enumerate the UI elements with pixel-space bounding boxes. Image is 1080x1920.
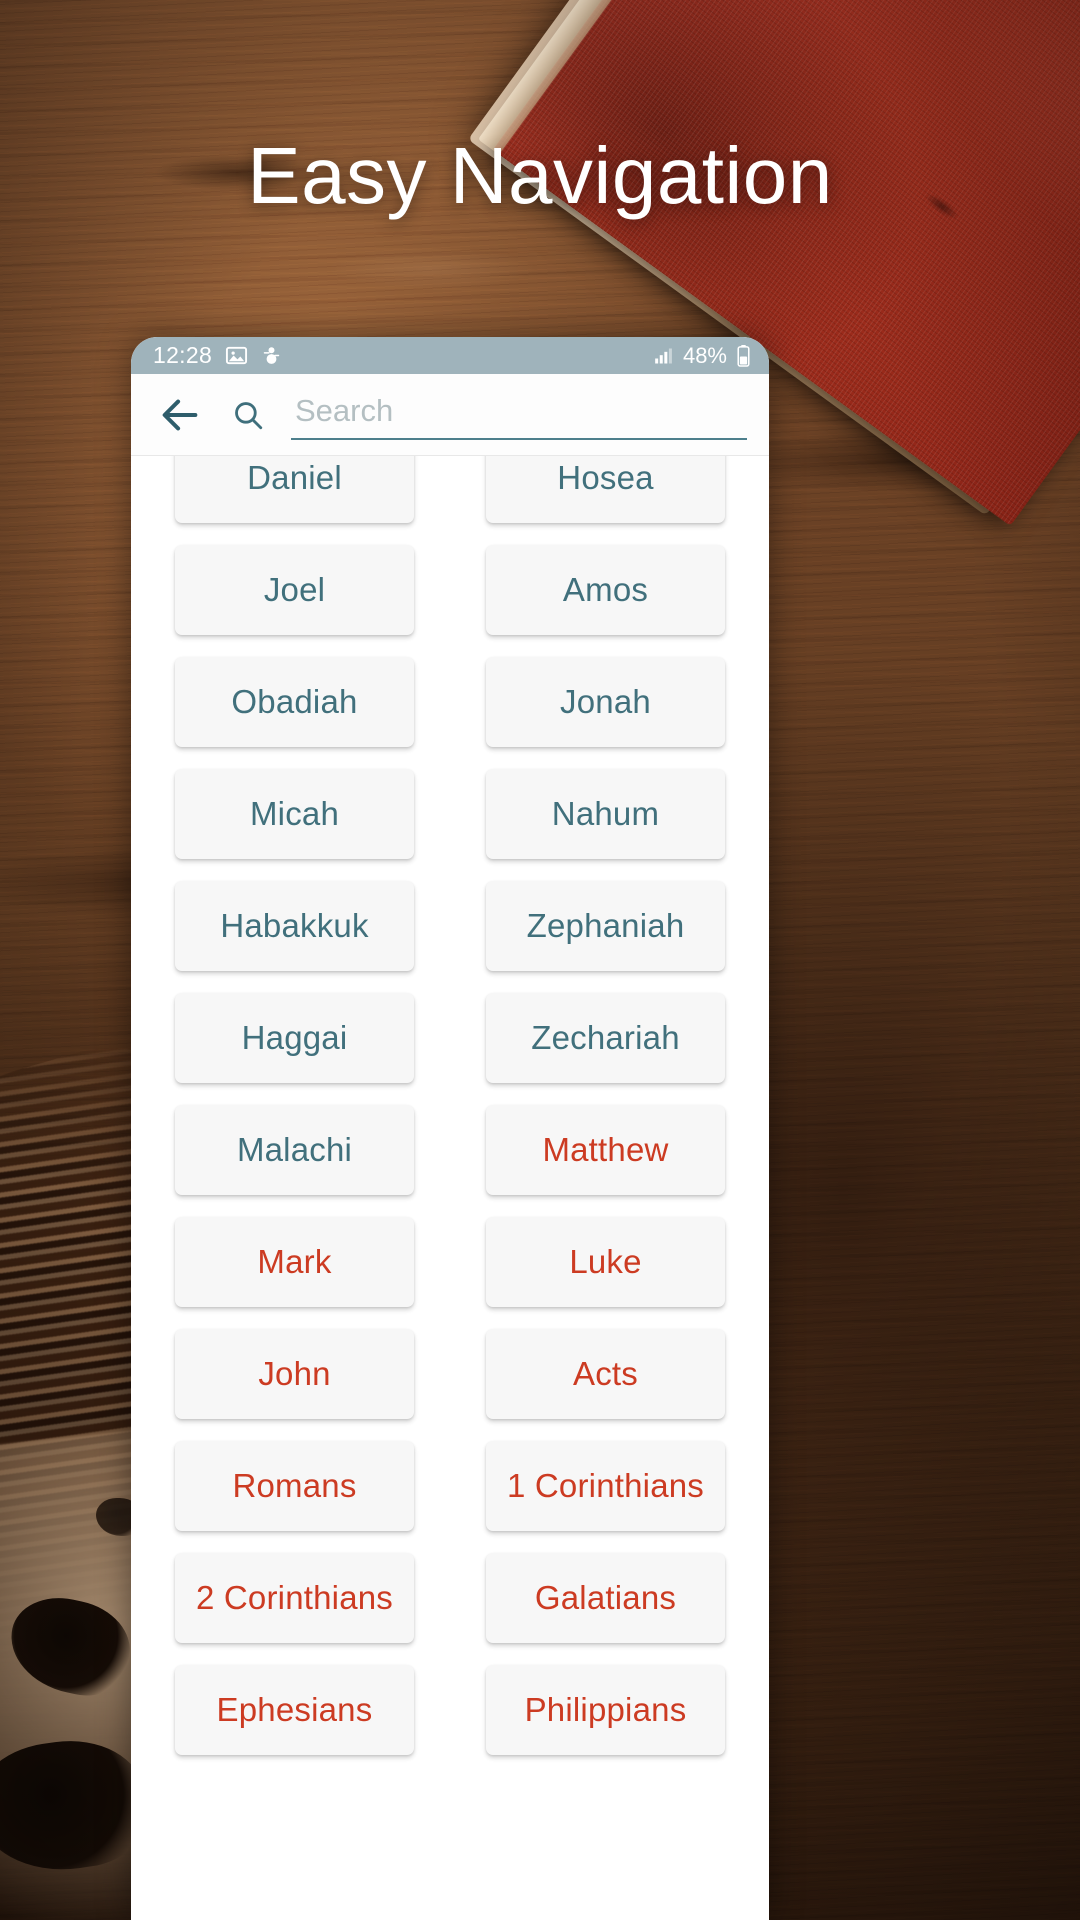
book-cell: Ephesians: [153, 1654, 436, 1766]
book-button[interactable]: Habakkuk: [175, 881, 414, 971]
book-cell: Jonah: [464, 646, 747, 758]
book-grid-inner: Daniel Hosea Joel Amos Obadiah Jonah Micah Nahu…: [153, 456, 747, 1766]
status-bar: 12:28 48%: [131, 337, 769, 374]
book-button[interactable]: Daniel: [175, 456, 414, 523]
book-cell: Luke: [464, 1206, 747, 1318]
book-cell: Obadiah: [153, 646, 436, 758]
book-cell: Romans: [153, 1430, 436, 1542]
book-button[interactable]: Jonah: [486, 657, 725, 747]
book-cell: Joel: [153, 534, 436, 646]
search-input[interactable]: [291, 389, 747, 440]
search-bar: [131, 374, 769, 456]
book-cell: 2 Corinthians: [153, 1542, 436, 1654]
status-bar-right: 48%: [653, 343, 751, 369]
status-bar-clock: 12:28: [153, 342, 213, 368]
book-button[interactable]: 1 Corinthians: [486, 1441, 725, 1531]
book-cell: Micah: [153, 758, 436, 870]
snowman-icon: [261, 344, 282, 367]
book-cell: Haggai: [153, 982, 436, 1094]
book-button[interactable]: Malachi: [175, 1105, 414, 1195]
book-cell: Zechariah: [464, 982, 747, 1094]
search-icon[interactable]: [231, 398, 265, 432]
battery-icon: [736, 344, 751, 367]
book-button[interactable]: Romans: [175, 1441, 414, 1531]
book-button[interactable]: Hosea: [486, 456, 725, 523]
book-button[interactable]: Acts: [486, 1329, 725, 1419]
book-button[interactable]: Zephaniah: [486, 881, 725, 971]
book-button[interactable]: Mark: [175, 1217, 414, 1307]
promo-headline: Easy Navigation: [247, 131, 833, 220]
book-cell: John: [153, 1318, 436, 1430]
book-button[interactable]: John: [175, 1329, 414, 1419]
book-cell: Galatians: [464, 1542, 747, 1654]
book-cell: Matthew: [464, 1094, 747, 1206]
battery-percent-label: 48%: [682, 342, 727, 368]
book-button[interactable]: Matthew: [486, 1105, 725, 1195]
book-button[interactable]: Galatians: [486, 1553, 725, 1643]
book-cell: Nahum: [464, 758, 747, 870]
status-bar-left: 12:28: [153, 342, 282, 369]
book-cell: Amos: [464, 534, 747, 646]
book-button[interactable]: Zechariah: [486, 993, 725, 1083]
book-button[interactable]: Joel: [175, 545, 414, 635]
book-button[interactable]: Philippians: [486, 1665, 725, 1755]
book-button[interactable]: Haggai: [175, 993, 414, 1083]
book-button[interactable]: Obadiah: [175, 657, 414, 747]
back-arrow-icon[interactable]: [157, 392, 203, 438]
book-button[interactable]: Micah: [175, 769, 414, 859]
signal-bars-icon: [653, 346, 674, 366]
book-cell: Acts: [464, 1318, 747, 1430]
book-button[interactable]: 2 Corinthians: [175, 1553, 414, 1643]
book-cell: Zephaniah: [464, 870, 747, 982]
book-button[interactable]: Nahum: [486, 769, 725, 859]
image-icon: [225, 344, 248, 367]
book-cell: Hosea: [464, 456, 747, 534]
book-cell: Daniel: [153, 456, 436, 534]
book-button[interactable]: Luke: [486, 1217, 725, 1307]
book-button[interactable]: Ephesians: [175, 1665, 414, 1755]
book-button[interactable]: Amos: [486, 545, 725, 635]
book-cell: Mark: [153, 1206, 436, 1318]
book-cell: Philippians: [464, 1654, 747, 1766]
book-list[interactable]: Daniel Hosea Joel Amos Obadiah Jonah Micah Nahu…: [131, 456, 769, 1920]
phone-screenshot: 12:28 48% Search Daniel Hosea Joel Amos …: [131, 337, 769, 1920]
book-cell: Habakkuk: [153, 870, 436, 982]
book-cell: Malachi: [153, 1094, 436, 1206]
book-cell: 1 Corinthians: [464, 1430, 747, 1542]
